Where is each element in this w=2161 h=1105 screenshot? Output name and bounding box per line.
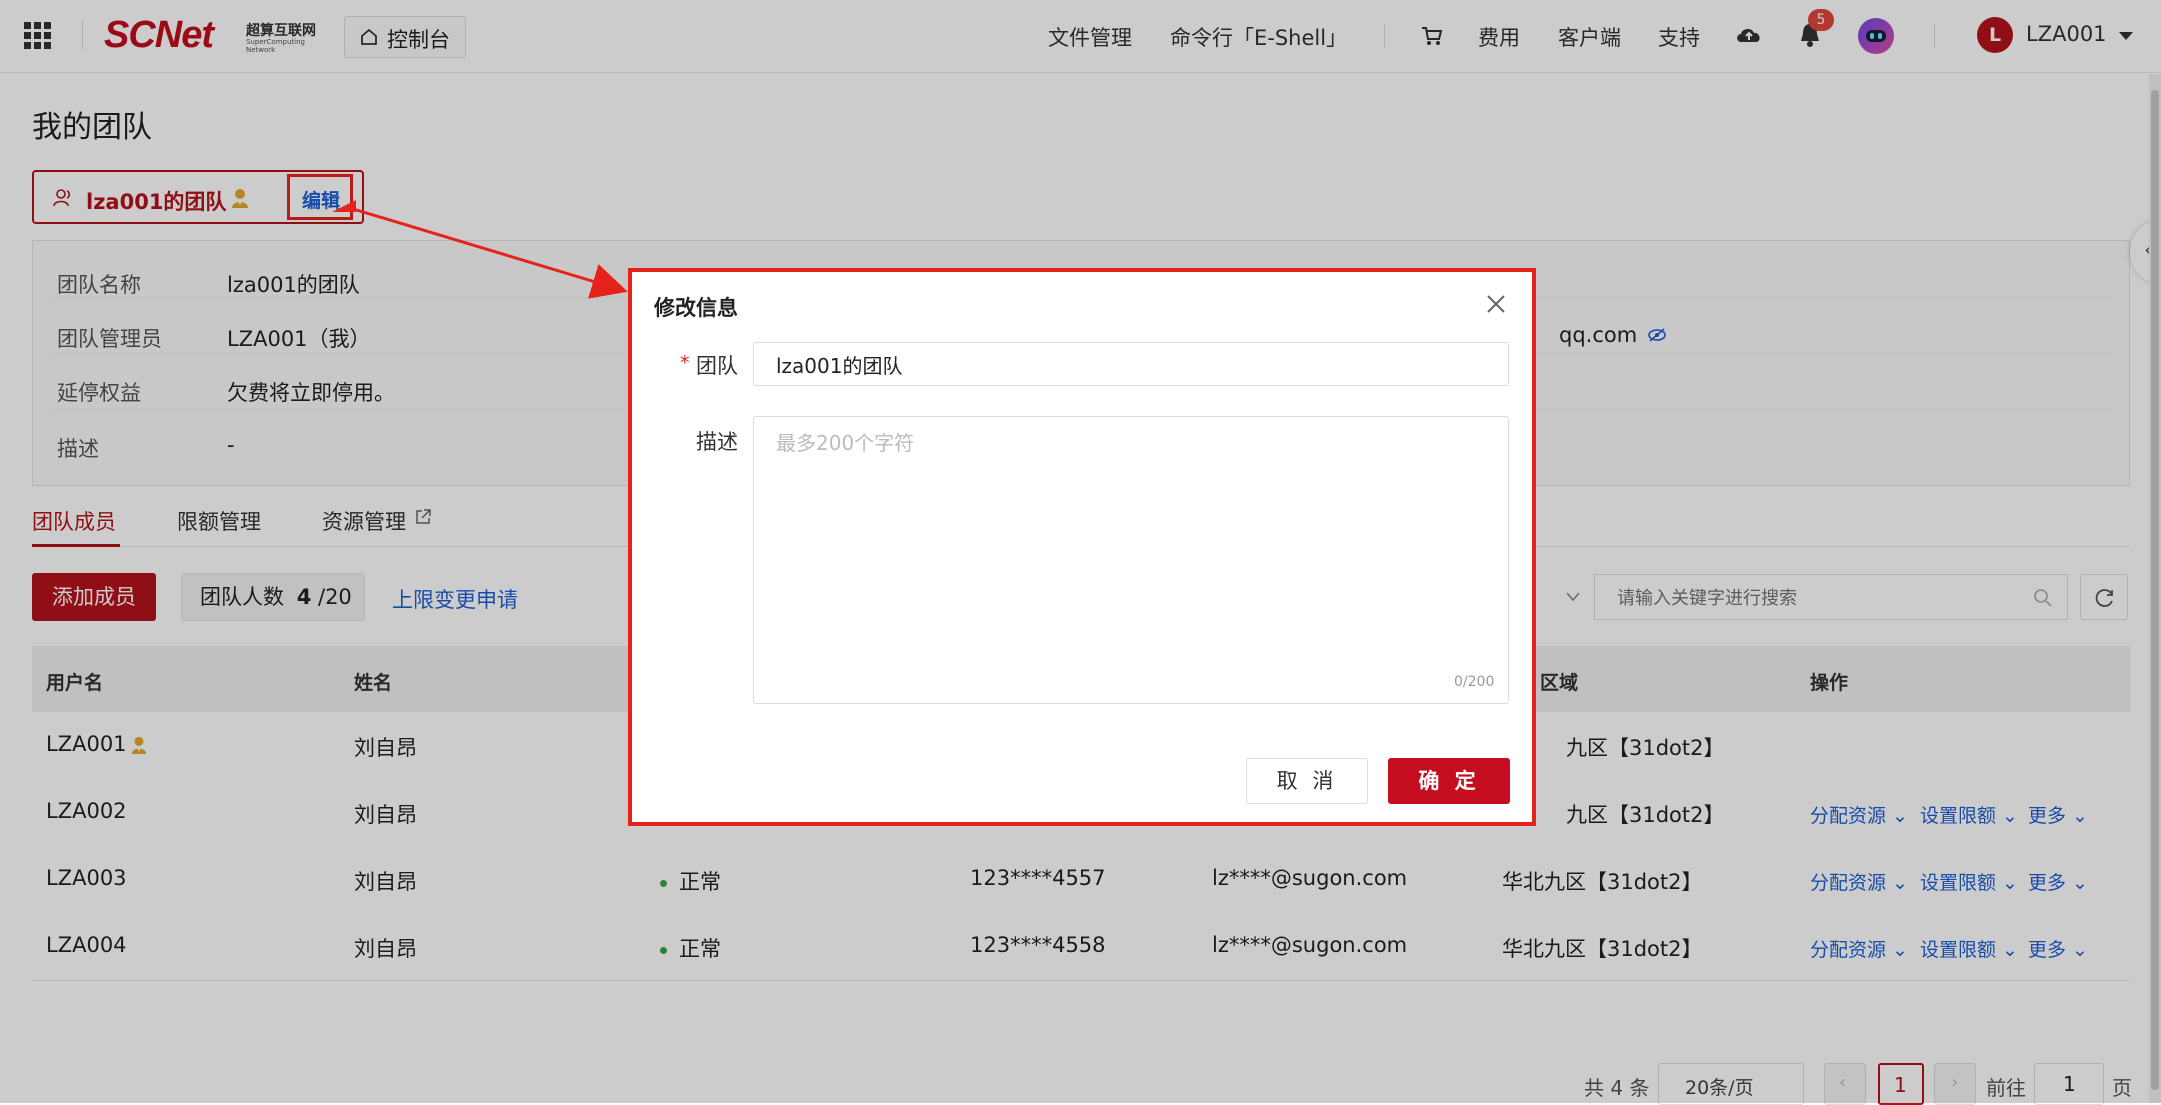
close-icon[interactable]	[1482, 290, 1510, 318]
team-field-label: 团队	[696, 354, 738, 378]
edit-info-modal: 修改信息 * 团队 描述 0/200 取 消 确 定	[628, 268, 1536, 826]
confirm-button[interactable]: 确 定	[1388, 758, 1510, 804]
modal-title: 修改信息	[654, 296, 738, 320]
required-asterisk: *	[680, 352, 690, 374]
team-name-input[interactable]	[753, 342, 1509, 386]
description-field-label: 描述	[696, 430, 738, 454]
cancel-button[interactable]: 取 消	[1246, 758, 1368, 804]
char-counter: 0/200	[1454, 674, 1495, 690]
description-textarea[interactable]	[753, 416, 1509, 704]
